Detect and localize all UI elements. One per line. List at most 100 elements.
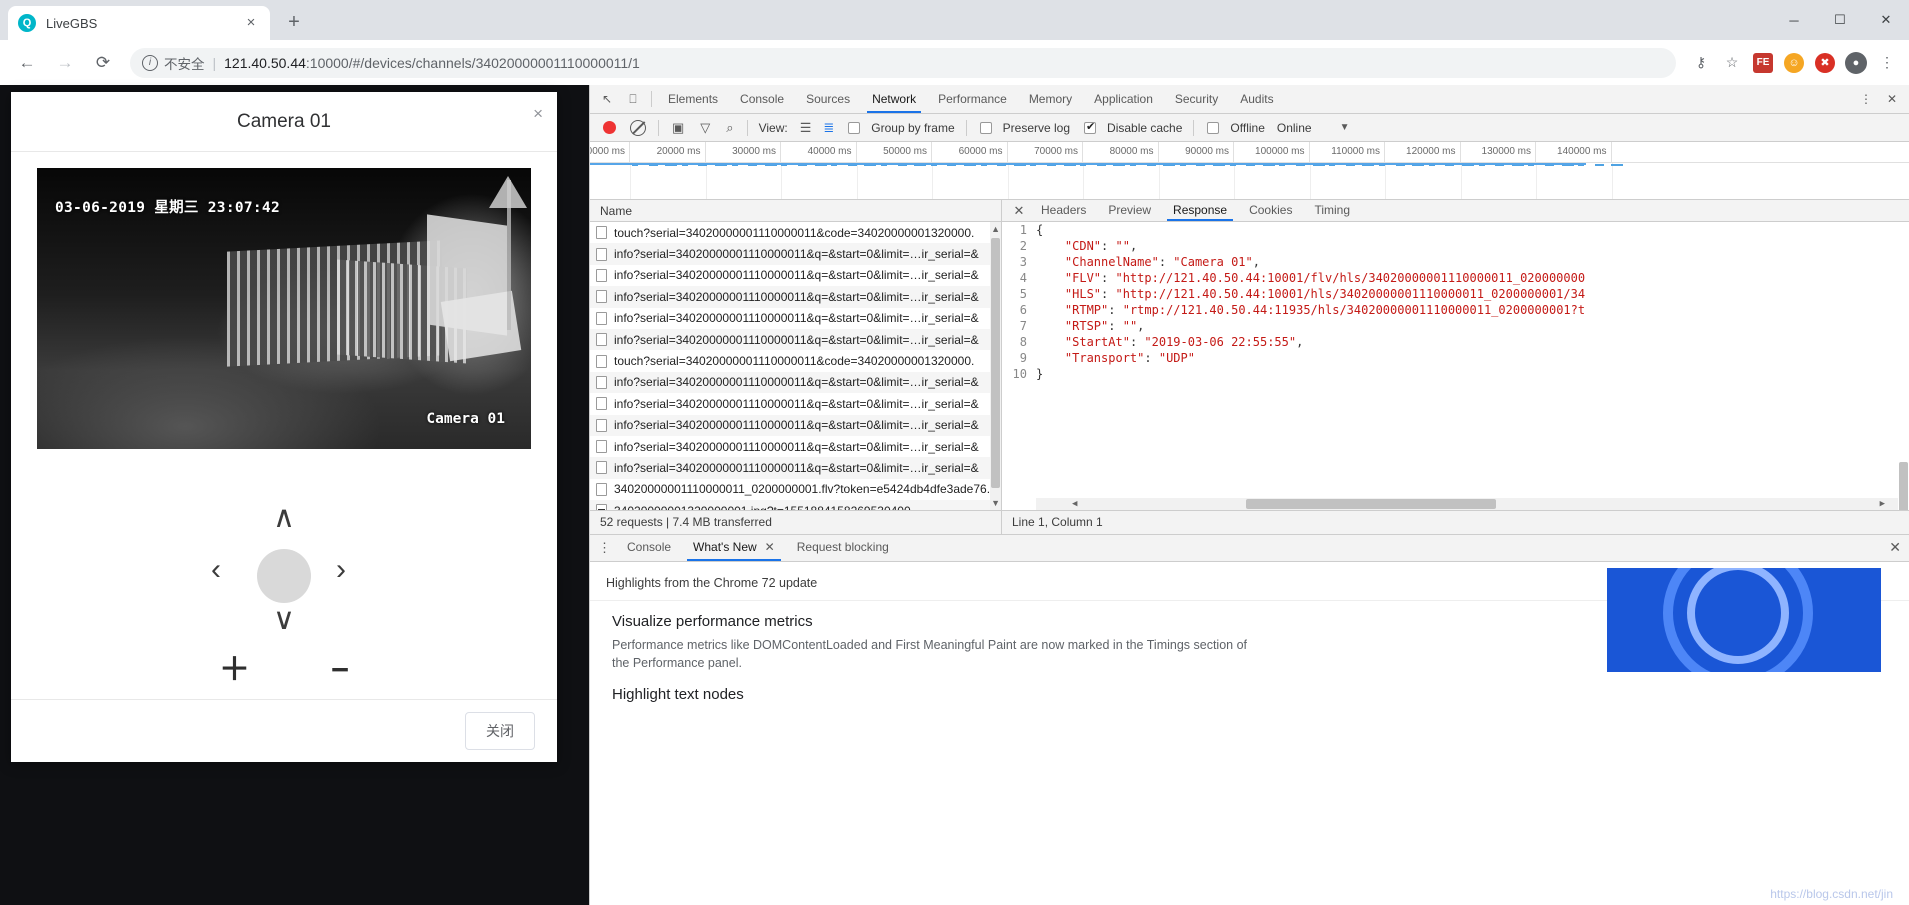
preserve-log-checkbox[interactable]: Preserve log — [972, 121, 1076, 135]
address-bar[interactable]: i 不安全 | 121.40.50.44 :10000/#/devices/ch… — [130, 48, 1676, 78]
minimize-icon[interactable]: ─ — [1771, 0, 1817, 40]
request-name: info?serial=34020000001110000011&q=&star… — [614, 418, 979, 432]
line-number: 3 — [1002, 254, 1036, 270]
search-icon[interactable]: ⌕ — [726, 120, 733, 136]
scrollbar-thumb[interactable] — [991, 238, 1000, 488]
drawer-tab-console[interactable]: Console — [616, 534, 682, 561]
password-key-icon[interactable]: ⚷ — [1687, 49, 1715, 77]
tab-timing[interactable]: Timing — [1303, 200, 1361, 221]
chevron-down-icon[interactable]: ▼ — [1340, 122, 1350, 133]
tab-application[interactable]: Application — [1083, 85, 1164, 113]
back-button[interactable]: ← — [12, 48, 42, 78]
line-number: 5 — [1002, 286, 1036, 302]
group-by-frame-checkbox[interactable]: Group by frame — [840, 121, 960, 135]
extension-icon-1[interactable]: FE — [1753, 53, 1773, 73]
request-row[interactable]: touch?serial=34020000001110000011&code=3… — [590, 350, 1001, 371]
disable-cache-checkbox[interactable]: Disable cache — [1076, 121, 1188, 135]
devtools-close-icon[interactable]: ✕ — [1879, 86, 1905, 112]
request-row[interactable]: info?serial=34020000001110000011&q=&star… — [590, 372, 1001, 393]
request-row[interactable]: info?serial=34020000001110000011&q=&star… — [590, 457, 1001, 478]
scroll-up-icon[interactable]: ▲ — [991, 224, 1000, 234]
tab-response[interactable]: Response — [1162, 200, 1238, 221]
device-toolbar-icon[interactable]: ⎕ — [620, 86, 646, 112]
tab-memory[interactable]: Memory — [1018, 85, 1083, 113]
tab-preview[interactable]: Preview — [1097, 200, 1162, 221]
hscroll-right-icon[interactable]: ▶ — [1880, 499, 1885, 509]
request-row[interactable]: info?serial=34020000001110000011&q=&star… — [590, 286, 1001, 307]
request-name: info?serial=34020000001110000011&q=&star… — [614, 375, 979, 389]
tab-elements[interactable]: Elements — [657, 85, 729, 113]
request-row[interactable]: 34020000001110000011_0200000001.flv?toke… — [590, 479, 1001, 500]
view-waterfall-icon[interactable]: ≣ — [823, 120, 834, 136]
extension-icon-3[interactable]: ✖ — [1815, 53, 1835, 73]
ptz-left-icon[interactable]: ‹ — [211, 555, 221, 585]
toolbar-divider-4 — [1193, 120, 1194, 136]
site-info-icon[interactable]: i — [142, 55, 158, 71]
request-row[interactable]: info?serial=34020000001110000011&q=&star… — [590, 415, 1001, 436]
request-row[interactable]: touch?serial=34020000001110000011&code=3… — [590, 222, 1001, 243]
request-row[interactable]: info?serial=34020000001110000011&q=&star… — [590, 436, 1001, 457]
request-list[interactable]: touch?serial=34020000001110000011&code=3… — [590, 222, 1001, 510]
throttling-value[interactable]: Online — [1277, 121, 1312, 135]
tab-security[interactable]: Security — [1164, 85, 1229, 113]
request-column-header[interactable]: Name — [590, 200, 1001, 222]
chrome-menu-icon[interactable]: ⋮ — [1873, 49, 1901, 77]
ptz-down-icon[interactable]: ∨ — [273, 605, 295, 635]
filter-icon[interactable]: ▽ — [700, 120, 710, 136]
tab-close-icon[interactable]: × — [242, 14, 260, 32]
dialog-close-icon[interactable]: × — [533, 104, 543, 124]
tab-console[interactable]: Console — [729, 85, 795, 113]
drawer-menu-icon[interactable]: ⋮ — [594, 540, 616, 556]
drawer-tab-request-blocking[interactable]: Request blocking — [786, 534, 900, 561]
request-row[interactable]: 34020000001320000001.jpg?t=1551884158269… — [590, 500, 1001, 509]
browser-tab[interactable]: Q LiveGBS × — [8, 6, 270, 40]
request-row[interactable]: info?serial=34020000001110000011&q=&star… — [590, 329, 1001, 350]
tab-performance[interactable]: Performance — [927, 85, 1018, 113]
inspect-element-icon[interactable]: ↖ — [594, 86, 620, 112]
zoom-out-icon[interactable]: − — [331, 654, 349, 685]
response-horizontal-scrollbar[interactable]: ◀ ▶ — [1036, 498, 1898, 510]
drawer-close-icon[interactable]: ✕ — [1889, 539, 1901, 556]
offline-checkbox[interactable]: Offline — [1199, 121, 1270, 135]
zoom-in-icon[interactable]: ＋ — [219, 654, 250, 685]
details-close-icon[interactable]: ✕ — [1008, 203, 1030, 219]
hscroll-left-icon[interactable]: ◀ — [1072, 499, 1077, 509]
record-button-icon[interactable] — [603, 121, 616, 134]
maximize-icon[interactable]: ☐ — [1817, 0, 1863, 40]
drawer-tab-whats-new[interactable]: What's New ✕ — [682, 534, 786, 561]
extension-icon-2[interactable]: ☺ — [1784, 53, 1804, 73]
clear-button-icon[interactable] — [630, 120, 646, 136]
drawer-tab-close-icon[interactable]: ✕ — [765, 534, 775, 561]
tab-network[interactable]: Network — [861, 85, 927, 113]
new-tab-button[interactable]: + — [280, 9, 308, 37]
document-file-icon — [596, 440, 607, 453]
request-row[interactable]: info?serial=34020000001110000011&q=&star… — [590, 243, 1001, 264]
avatar[interactable]: ● — [1845, 52, 1867, 74]
tab-sources[interactable]: Sources — [795, 85, 861, 113]
response-vertical-scrollbar[interactable] — [1898, 222, 1909, 498]
ptz-right-icon[interactable]: › — [336, 555, 346, 585]
close-window-icon[interactable]: ✕ — [1863, 0, 1909, 40]
ptz-up-icon[interactable]: ∧ — [273, 503, 295, 533]
hscroll-thumb[interactable] — [1246, 499, 1496, 509]
dialog-close-button[interactable]: 关闭 — [465, 712, 535, 750]
tab-headers[interactable]: Headers — [1030, 200, 1097, 221]
forward-button[interactable]: → — [50, 48, 80, 78]
ptz-home-button[interactable] — [257, 549, 311, 603]
tab-audits[interactable]: Audits — [1229, 85, 1284, 113]
network-overview-timeline[interactable]: 10000 ms20000 ms30000 ms40000 ms50000 ms… — [590, 142, 1909, 200]
tab-cookies[interactable]: Cookies — [1238, 200, 1303, 221]
request-row[interactable]: info?serial=34020000001110000011&q=&star… — [590, 308, 1001, 329]
scroll-down-icon[interactable]: ▼ — [991, 498, 1000, 508]
request-row[interactable]: info?serial=34020000001110000011&q=&star… — [590, 393, 1001, 414]
reload-button[interactable]: ⟳ — [88, 48, 118, 78]
request-row[interactable]: info?serial=34020000001110000011&q=&star… — [590, 265, 1001, 286]
response-code-viewer[interactable]: 1{2 "CDN": "",3 "ChannelName": "Camera 0… — [1002, 222, 1909, 510]
video-player[interactable]: 03-06-2019 星期三 23:07:42 Camera 01 — [37, 168, 531, 449]
request-list-scrollbar[interactable]: ▲ ▼ — [990, 222, 1001, 510]
bookmark-star-icon[interactable]: ☆ — [1718, 49, 1746, 77]
response-vscroll-thumb[interactable] — [1899, 462, 1908, 510]
view-list-icon[interactable]: ☰ — [800, 120, 812, 136]
screenshot-camera-icon[interactable]: ▣ — [672, 120, 684, 136]
devtools-more-icon[interactable]: ⋮ — [1853, 86, 1879, 112]
